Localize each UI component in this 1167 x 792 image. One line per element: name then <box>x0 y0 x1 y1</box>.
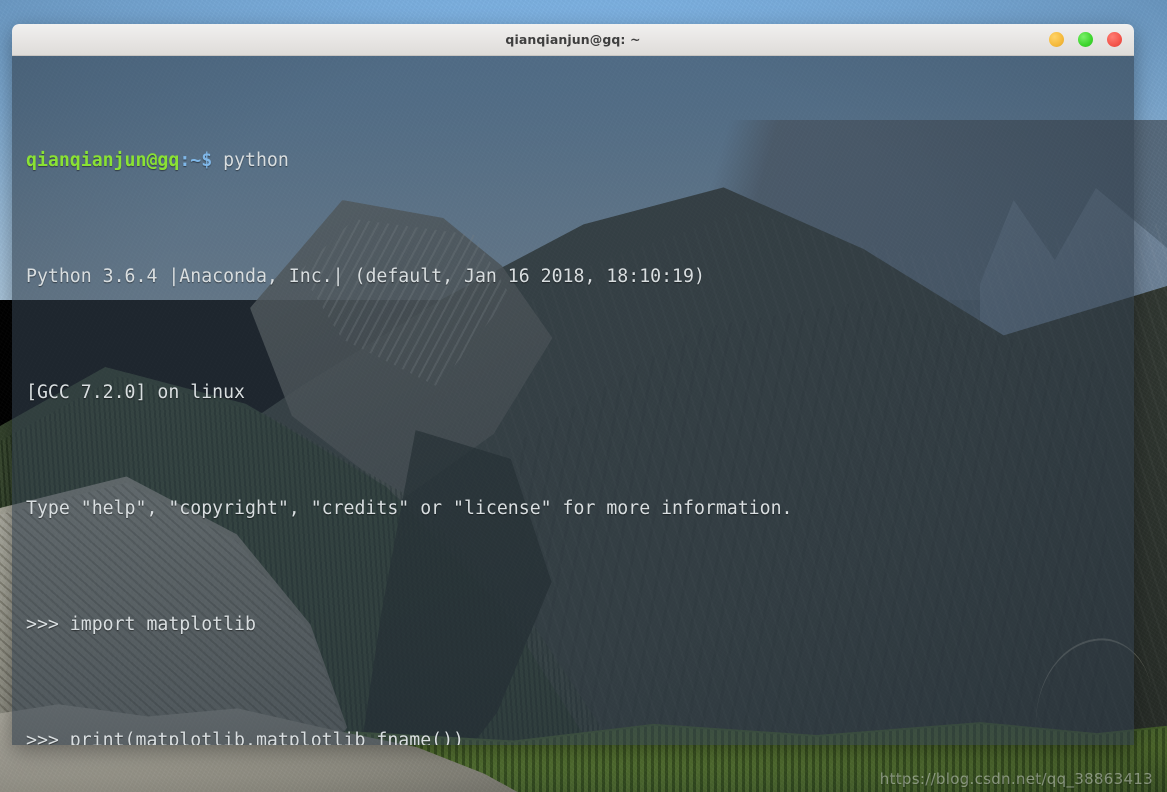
window-controls <box>1049 24 1122 55</box>
close-button[interactable] <box>1107 32 1122 47</box>
terminal-line-help-hint: Type "help", "copyright", "credits" or "… <box>26 498 793 519</box>
terminal-line-print-fname: >>> print(matplotlib.matplotlib_fname()) <box>26 730 464 745</box>
terminal-output[interactable]: qianqianjun@gq:~$ python Python 3.6.4 |A… <box>12 59 1134 745</box>
title-bar[interactable]: qianqianjun@gq: ~ <box>12 24 1134 56</box>
prompt-user-host: qianqianjun@gq <box>26 150 180 171</box>
desktop: qianqianjun@gq: ~ qianqianjun@gq:~$ pyth… <box>0 0 1167 792</box>
terminal-line-prompt-python: qianqianjun@gq:~$ python <box>26 146 1134 175</box>
terminal-command-python: python <box>212 150 289 171</box>
terminal-line-gcc: [GCC 7.2.0] on linux <box>26 382 245 403</box>
maximize-button[interactable] <box>1078 32 1093 47</box>
terminal-line-import-matplotlib: >>> import matplotlib <box>26 614 256 635</box>
minimize-button[interactable] <box>1049 32 1064 47</box>
terminal-window[interactable]: qianqianjun@gq: ~ qianqianjun@gq:~$ pyth… <box>12 24 1134 745</box>
window-title: qianqianjun@gq: ~ <box>505 32 641 47</box>
terminal-line-python-version: Python 3.6.4 |Anaconda, Inc.| (default, … <box>26 266 705 287</box>
prompt-separator: :~$ <box>179 150 213 171</box>
watermark: https://blog.csdn.net/qq_38863413 <box>879 770 1153 788</box>
terminal-body[interactable]: qianqianjun@gq:~$ python Python 3.6.4 |A… <box>12 56 1134 745</box>
